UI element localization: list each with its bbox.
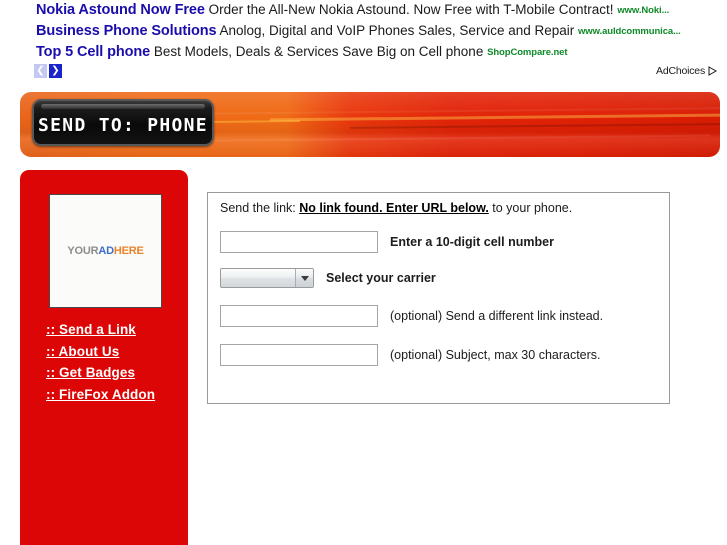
cell-number-input[interactable] xyxy=(220,231,378,253)
send-link-form-panel: Send the link: No link found. Enter URL … xyxy=(207,192,670,404)
caret-shape xyxy=(300,275,309,281)
logo-highlight-bar xyxy=(41,104,205,109)
carrier-selected-value xyxy=(221,269,295,287)
alt-link-label: (optional) Send a different link instead… xyxy=(390,309,604,323)
ad-url[interactable]: www.Noki... xyxy=(617,5,669,16)
sidebar-item-about-us[interactable]: :: About Us xyxy=(46,342,186,363)
ad-description: Order the All-New Nokia Astound. Now Fre… xyxy=(208,2,614,17)
your-ad-here-word-here: HERE xyxy=(113,245,144,257)
subject-input[interactable] xyxy=(220,344,378,366)
ad-row: Top 5 Cell phone Best Models, Deals & Se… xyxy=(36,44,568,60)
subject-row: (optional) Subject, max 30 characters. xyxy=(220,344,601,366)
site-logo[interactable]: SEND TO: PHONE xyxy=(32,99,214,146)
intro-line: Send the link: No link found. Enter URL … xyxy=(220,201,572,215)
your-ad-here-word-your: YOUR xyxy=(67,245,99,257)
adchoices-link[interactable]: AdChoices xyxy=(656,65,718,77)
chevron-right-icon[interactable]: ❯ xyxy=(49,64,62,78)
ad-row: Nokia Astound Now Free Order the All-New… xyxy=(36,2,669,18)
ad-row: Business Phone Solutions Anolog, Digital… xyxy=(36,23,681,39)
cell-number-label: Enter a 10-digit cell number xyxy=(390,235,554,249)
carrier-select[interactable] xyxy=(220,268,314,288)
ad-title-link[interactable]: Business Phone Solutions xyxy=(36,23,217,39)
sidebar-item-firefox-addon[interactable]: :: FireFox Addon xyxy=(46,385,186,406)
your-ad-here-placeholder[interactable]: YOURADHERE xyxy=(49,194,162,308)
sidebar-nav: :: Send a Link :: About Us :: Get Badges… xyxy=(46,320,186,406)
carrier-row: Select your carrier xyxy=(220,268,436,288)
chevron-down-icon[interactable] xyxy=(295,269,313,287)
ad-pager: ❮ ❯ xyxy=(34,64,62,78)
site-logo-text: SEND TO: PHONE xyxy=(38,114,208,136)
sidebar-item-get-badges[interactable]: :: Get Badges xyxy=(46,363,186,384)
sidebar-item-send-a-link[interactable]: :: Send a Link xyxy=(46,320,186,341)
ad-description: Anolog, Digital and VoIP Phones Sales, S… xyxy=(219,23,575,38)
ad-description: Best Models, Deals & Services Save Big o… xyxy=(153,44,484,59)
ad-block: Nokia Astound Now Free Order the All-New… xyxy=(0,0,727,86)
ad-title-link[interactable]: Top 5 Cell phone xyxy=(36,44,150,60)
alt-link-row: (optional) Send a different link instead… xyxy=(220,305,603,327)
cell-number-row: Enter a 10-digit cell number xyxy=(220,231,554,253)
intro-prefix: Send the link: xyxy=(220,201,300,215)
sidebar: YOURADHERE :: Send a Link :: About Us ::… xyxy=(20,170,188,545)
chevron-left-icon[interactable]: ❮ xyxy=(34,64,47,78)
ad-url[interactable]: ShopCompare.net xyxy=(487,47,567,58)
adchoices-triangle-icon xyxy=(708,66,718,76)
site-header-banner: SEND TO: PHONE xyxy=(20,92,720,157)
ad-title-link[interactable]: Nokia Astound Now Free xyxy=(36,2,205,18)
link-status-message[interactable]: No link found. Enter URL below. xyxy=(299,201,489,215)
intro-suffix: to your phone. xyxy=(488,201,573,215)
ad-url[interactable]: www.auldcommunica... xyxy=(578,26,681,37)
adchoices-label: AdChoices xyxy=(656,65,705,77)
carrier-label: Select your carrier xyxy=(326,271,436,285)
your-ad-here-text: YOURADHERE xyxy=(67,245,143,257)
alt-link-input[interactable] xyxy=(220,305,378,327)
subject-label: (optional) Subject, max 30 characters. xyxy=(390,348,601,362)
your-ad-here-word-ad: AD xyxy=(98,245,114,257)
